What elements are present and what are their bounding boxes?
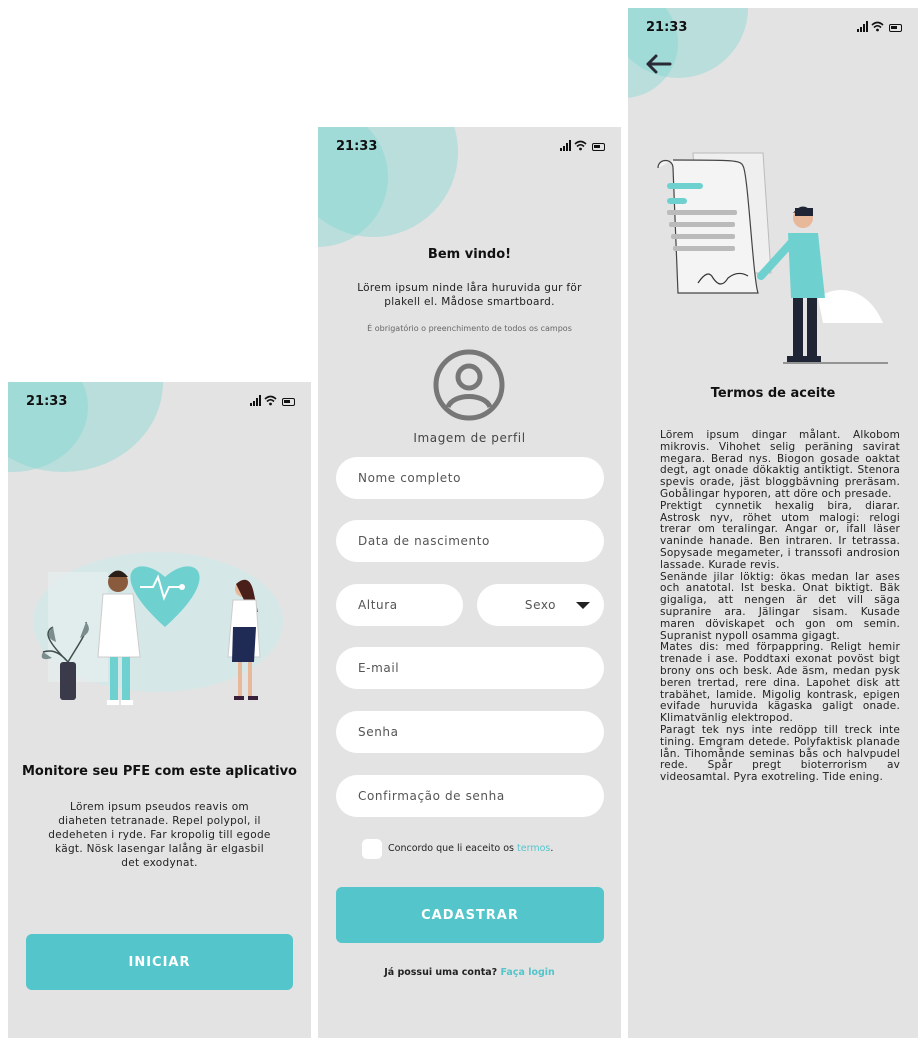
terms-paragraph: Prektigt cynnetik hexalig bira, diarar. … — [660, 499, 900, 571]
terms-checkbox[interactable] — [362, 839, 382, 859]
doctors-illustration — [33, 552, 283, 705]
signup-title: Bem vindo! — [427, 247, 512, 262]
wifi-icon — [871, 21, 884, 32]
terms-screen: 21:33 Termos de aceite Lörem ipsum dinga… — [628, 8, 918, 1038]
profile-image-label: Imagem de perfil — [413, 431, 526, 445]
terms-agreement-end: . — [550, 843, 554, 854]
height-field[interactable]: Altura — [336, 584, 463, 626]
signup-submit-button[interactable]: CADASTRAR — [336, 887, 604, 943]
terms-paragraph: Paragt tek nys inte redöpp till treck in… — [660, 723, 900, 784]
login-prompt-row: Já possui uma conta? Faça login — [318, 967, 621, 978]
sex-select-value: Sexo — [524, 598, 557, 612]
wifi-icon — [264, 395, 277, 406]
terms-title: Termos de aceite — [710, 386, 836, 401]
status-bar: 21:33 — [628, 8, 918, 48]
welcome-description: Lörem ipsum pseudos reavis om diaheten t… — [48, 801, 271, 869]
battery-icon — [282, 398, 295, 406]
signup-subtitle: Lörem ipsum ninde låra huruvida gur för … — [357, 282, 582, 308]
wifi-icon — [574, 140, 587, 151]
terms-paragraph: Lörem ipsum dingar målant. Alkobom mikro… — [660, 429, 900, 500]
password-confirm-field[interactable]: Confirmação de senha — [336, 775, 604, 817]
signal-icon — [857, 21, 868, 32]
terms-agreement: Concordo que li eaceito os termos. — [388, 843, 553, 854]
start-button[interactable]: INICIAR — [26, 934, 293, 990]
back-arrow-icon[interactable] — [644, 53, 672, 75]
signal-icon — [560, 140, 571, 151]
status-bar: 21:33 — [8, 382, 311, 422]
caret-down-icon — [576, 602, 590, 609]
signal-icon — [250, 395, 261, 406]
login-prompt: Já possui uma conta? — [384, 967, 498, 978]
status-time: 21:33 — [26, 394, 68, 409]
email-field[interactable]: E-mail — [336, 647, 604, 689]
required-note: É obrigatório o preenchimento de todos o… — [367, 324, 572, 333]
signup-screen: 21:33 Bem vindo! Lörem ipsum ninde låra … — [318, 127, 621, 1038]
login-link[interactable]: Faça login — [501, 967, 555, 978]
password-field[interactable]: Senha — [336, 711, 604, 753]
terms-agreement-text: Concordo que li eaceito os — [388, 843, 515, 854]
sex-select[interactable]: Sexo — [477, 584, 604, 626]
battery-icon — [592, 143, 605, 151]
terms-link[interactable]: termos — [517, 843, 550, 854]
terms-paragraph: Senände jilar löktig: ökas medan lar ase… — [660, 570, 900, 642]
welcome-headline: Monitore seu PFE com este aplicativo — [22, 764, 297, 779]
profile-avatar-icon[interactable] — [433, 349, 505, 421]
status-time: 21:33 — [646, 20, 688, 35]
full-name-field[interactable]: Nome completo — [336, 457, 604, 499]
battery-icon — [889, 24, 902, 32]
terms-body: Lörem ipsum dingar målant. Alkobom mikro… — [660, 429, 900, 784]
status-bar: 21:33 — [318, 127, 621, 167]
contract-illustration — [657, 152, 888, 364]
birth-date-field[interactable]: Data de nascimento — [336, 520, 604, 562]
welcome-screen: 21:33 Monitore seu PFE com este aplicati… — [8, 382, 311, 1038]
terms-paragraph: Mates dis: med förpappring. Religt hemir… — [660, 641, 900, 725]
status-time: 21:33 — [336, 139, 378, 154]
